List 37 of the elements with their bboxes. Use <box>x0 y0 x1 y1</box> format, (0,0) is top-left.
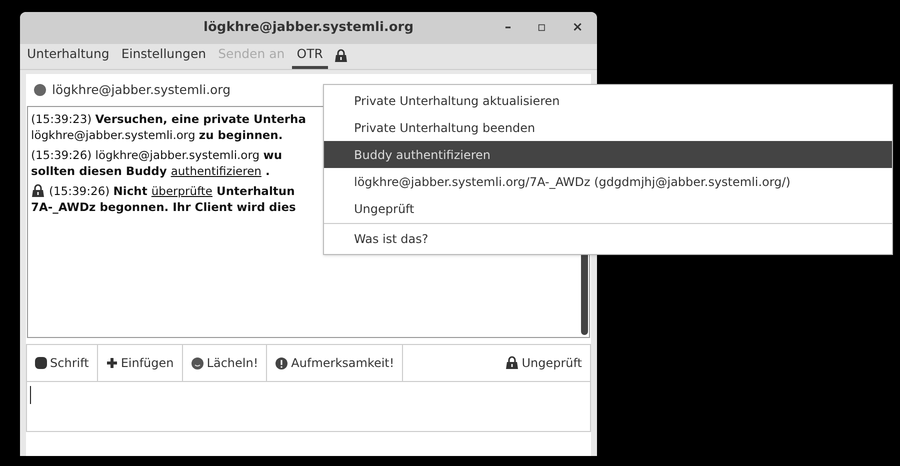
menu-item[interactable]: Einstellungen <box>116 45 212 69</box>
message-link[interactable]: überprüfte <box>151 183 212 199</box>
maximize-button[interactable]: ▫ <box>533 18 550 38</box>
window-title: lögkhre@jabber.systemli.org <box>204 19 414 38</box>
toolbar-button[interactable]: Ungeprüft <box>496 345 590 381</box>
smiley-icon <box>190 356 204 370</box>
message-text: . <box>265 163 270 179</box>
message-input[interactable] <box>26 382 591 432</box>
toolbar-button[interactable]: Einfügen <box>98 345 183 381</box>
toolbar-button[interactable]: Schrift <box>27 345 98 381</box>
lock-icon <box>504 356 519 370</box>
menu-item[interactable]: Unterhaltung <box>22 45 114 69</box>
message-text: (15:39:23) Versuchen, eine private Unterha <box>31 111 306 127</box>
minimize-button[interactable]: – <box>500 18 516 38</box>
message-text: Unterhaltun <box>216 183 295 199</box>
close-button[interactable]: × <box>568 18 587 38</box>
message-text: sollten diesen Buddy <box>31 163 167 179</box>
message-text: (15:39:26) lögkhre@jabber.systemli.org wu <box>31 147 282 163</box>
menu-item[interactable]: Private Unterhaltung beenden <box>324 114 892 141</box>
message-text: (15:39:26) Nicht <box>49 183 148 199</box>
contact-name: lögkhre@jabber.systemli.org <box>52 80 231 99</box>
message-text: 7A-_AWDz begonnen. Ihr Client wird dies <box>31 199 296 215</box>
toolbar-button[interactable]: Lächeln! <box>182 345 268 381</box>
message-link[interactable]: authentifizieren <box>170 163 262 179</box>
warning-lock-icon <box>31 184 45 198</box>
menu-item[interactable]: Was ist das? <box>324 225 892 252</box>
message-text: lögkhre@jabber.systemli.org zu beginnen. <box>31 127 283 143</box>
menu-item[interactable]: Ungeprüft <box>324 195 892 222</box>
menu-item[interactable]: Private Unterhaltung aktualisieren <box>324 87 892 114</box>
menu-item[interactable]: OTR <box>292 45 328 69</box>
menu-item[interactable]: lögkhre@jabber.systemli.org/7A-_AWDz (gdgdmjhj@jabber.systemli.org/) <box>324 168 892 195</box>
toolbar-button[interactable]: Aufmerksamkeit! <box>267 345 404 381</box>
lock-icon <box>334 49 348 63</box>
menu-item[interactable]: Buddy authentifizieren <box>324 141 892 168</box>
status-icon <box>34 84 46 96</box>
exclamation-icon <box>275 356 288 370</box>
plus-icon <box>106 357 118 369</box>
